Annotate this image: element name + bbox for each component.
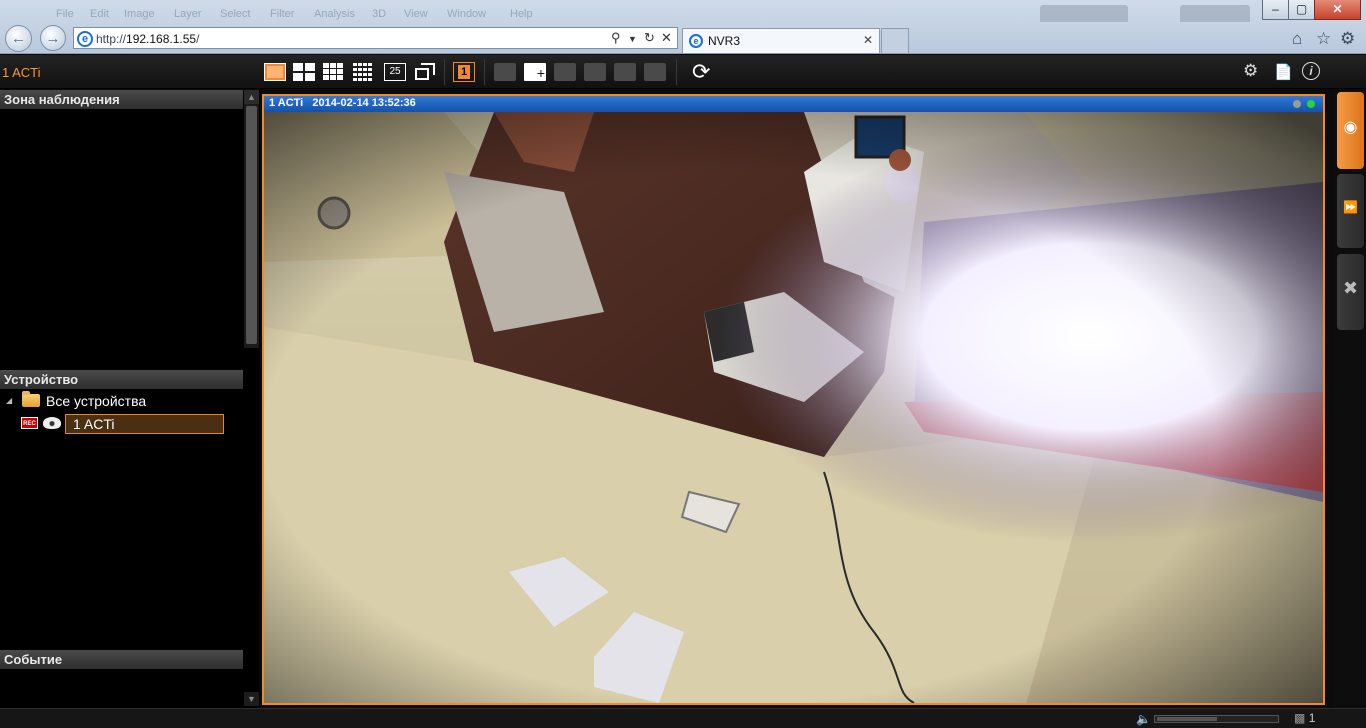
status-dot-green bbox=[1307, 100, 1315, 108]
toolbar-divider bbox=[676, 59, 677, 85]
volume-icon[interactable]: 🔈 bbox=[1136, 712, 1151, 726]
bg-menu-item: Filter bbox=[270, 8, 295, 20]
refresh-icon[interactable]: ↻ bbox=[644, 30, 655, 46]
surveillance-zone-header[interactable]: Зона наблюдения bbox=[0, 90, 243, 109]
toolbar-divider bbox=[444, 59, 445, 85]
stop-icon[interactable]: ✕ bbox=[661, 30, 672, 46]
back-button[interactable]: ← bbox=[5, 25, 32, 52]
save-view-button[interactable] bbox=[614, 63, 636, 81]
bg-menu-item: Edit bbox=[90, 8, 109, 20]
eye-icon: ◉ bbox=[1343, 119, 1358, 136]
bg-menu-item: Analysis bbox=[314, 8, 355, 20]
fisheye-camera-icon bbox=[43, 417, 61, 429]
search-icon[interactable]: ⚲ bbox=[611, 30, 621, 46]
back-icon: ← bbox=[11, 30, 26, 47]
camera-title-bar: 1 ACTi 2014-02-14 13:52:36 bbox=[264, 96, 1323, 112]
grid-5x5-button[interactable]: 25 bbox=[384, 63, 406, 81]
rec-badge: REC bbox=[21, 417, 38, 429]
address-url: http://192.168.1.55/ bbox=[96, 32, 200, 46]
ie-logo-icon: e bbox=[689, 34, 703, 48]
bg-ghost-button bbox=[1180, 5, 1250, 22]
forward-icon: → bbox=[45, 30, 61, 47]
bg-menu-item: Select bbox=[220, 8, 251, 20]
ie-logo-icon: e bbox=[77, 31, 93, 47]
background-menubar: File Edit Image Layer Select Filter Anal… bbox=[0, 0, 1366, 22]
setup-tab[interactable]: ✖ bbox=[1337, 254, 1364, 330]
scroll-down-icon[interactable]: ▼ bbox=[244, 692, 259, 706]
document-icon[interactable]: 📄 bbox=[1274, 63, 1293, 81]
fast-forward-icon: ⏩ bbox=[1343, 200, 1358, 214]
events-scrollbar[interactable]: ▼ bbox=[244, 650, 259, 706]
bg-menu-item: Layer bbox=[174, 8, 202, 20]
volume-level bbox=[1157, 717, 1217, 721]
forward-button[interactable]: → bbox=[40, 25, 66, 51]
volume-slider[interactable] bbox=[1154, 715, 1279, 723]
tab-title: NVR3 bbox=[708, 34, 741, 48]
app-toolbar: 1 ACTi 25 1 + ⟳ ⚙ 📄 i bbox=[0, 55, 1366, 89]
star-icon[interactable]: ☆ bbox=[1316, 29, 1331, 49]
rename-view-button[interactable] bbox=[584, 63, 606, 81]
view-tool-button[interactable] bbox=[644, 63, 666, 81]
events-header[interactable]: Событие bbox=[0, 650, 243, 669]
status-dot-gray bbox=[1293, 100, 1301, 108]
bg-menu-item: View bbox=[404, 8, 428, 20]
toolbar-divider bbox=[484, 59, 485, 85]
device-label[interactable]: 1 ACTi bbox=[65, 414, 224, 434]
maximize-button[interactable]: ▢ bbox=[1288, 0, 1315, 20]
bg-menu-item: Help bbox=[510, 8, 533, 20]
delete-view-button[interactable] bbox=[554, 63, 576, 81]
close-window-button[interactable]: ✕ bbox=[1314, 0, 1361, 20]
minimize-button[interactable]: – bbox=[1262, 0, 1289, 20]
home-icon[interactable]: ⌂ bbox=[1292, 29, 1302, 49]
scroll-up-icon[interactable]: ▲ bbox=[244, 90, 259, 104]
grid-2x2-button[interactable] bbox=[293, 63, 315, 81]
bg-ghost-button bbox=[1040, 5, 1128, 22]
app-title: 1 ACTi bbox=[2, 65, 41, 80]
info-icon[interactable]: i bbox=[1302, 62, 1320, 80]
tab-nvr3[interactable]: e NVR3 ✕ bbox=[682, 28, 880, 53]
camera-view[interactable]: 1 ACTi 2014-02-14 13:52:36 bbox=[262, 94, 1325, 705]
bg-menu-item: Image bbox=[124, 8, 155, 20]
left-panel: Зона наблюдения ▲ Устройство ◢ Все устро… bbox=[0, 90, 260, 708]
gear-icon[interactable]: ⚙ bbox=[1340, 29, 1355, 49]
expand-triangle-icon[interactable]: ◢ bbox=[6, 396, 12, 405]
browser-chrome: File Edit Image Layer Select Filter Anal… bbox=[0, 0, 1366, 54]
devices-header[interactable]: Устройство bbox=[0, 370, 243, 389]
live-view-button[interactable]: 1 bbox=[453, 62, 475, 82]
close-tab-icon[interactable]: ✕ bbox=[863, 33, 873, 47]
folder-icon bbox=[22, 391, 40, 407]
dropdown-icon[interactable]: ▼ bbox=[628, 34, 637, 44]
single-view-button[interactable] bbox=[264, 63, 286, 81]
settings-icon[interactable]: ⚙ bbox=[1243, 61, 1258, 81]
zone-scrollbar[interactable]: ▲ bbox=[244, 90, 259, 348]
address-bar[interactable]: e http://192.168.1.55/ ⚲ ▼ ↻ ✕ bbox=[73, 27, 678, 49]
camera-caption: 1 ACTi 2014-02-14 13:52:36 bbox=[269, 97, 416, 109]
status-bar: 🔈 ▩ 1 bbox=[0, 708, 1366, 728]
sequence-button[interactable] bbox=[415, 63, 437, 81]
playback-tab[interactable]: ⏩ bbox=[1337, 174, 1364, 248]
add-view-button[interactable]: + bbox=[524, 63, 546, 81]
bg-menu-item: Window bbox=[447, 8, 487, 20]
new-tab-button[interactable] bbox=[881, 28, 909, 53]
grid-4x4-button[interactable] bbox=[353, 63, 372, 81]
live-view-tab[interactable]: ◉ bbox=[1337, 92, 1364, 169]
users-icon: ▩ bbox=[1294, 711, 1306, 725]
lens-vignette bbox=[264, 112, 1323, 703]
fisheye-video-frame bbox=[264, 112, 1323, 703]
edit-view-button[interactable] bbox=[494, 63, 516, 81]
bg-menu-item: 3D bbox=[372, 8, 387, 20]
tree-item-label: Все устройства bbox=[46, 393, 147, 409]
refresh-icon[interactable]: ⟳ bbox=[692, 60, 710, 84]
connected-users: ▩ 1 bbox=[1294, 711, 1316, 725]
bg-menu-item: File bbox=[56, 8, 74, 20]
tools-icon: ✖ bbox=[1342, 278, 1359, 298]
right-side-strip: ◉ ⏩ ✖ bbox=[1334, 90, 1366, 708]
scroll-thumb[interactable] bbox=[246, 106, 257, 344]
grid-3x3-button[interactable] bbox=[323, 63, 343, 80]
